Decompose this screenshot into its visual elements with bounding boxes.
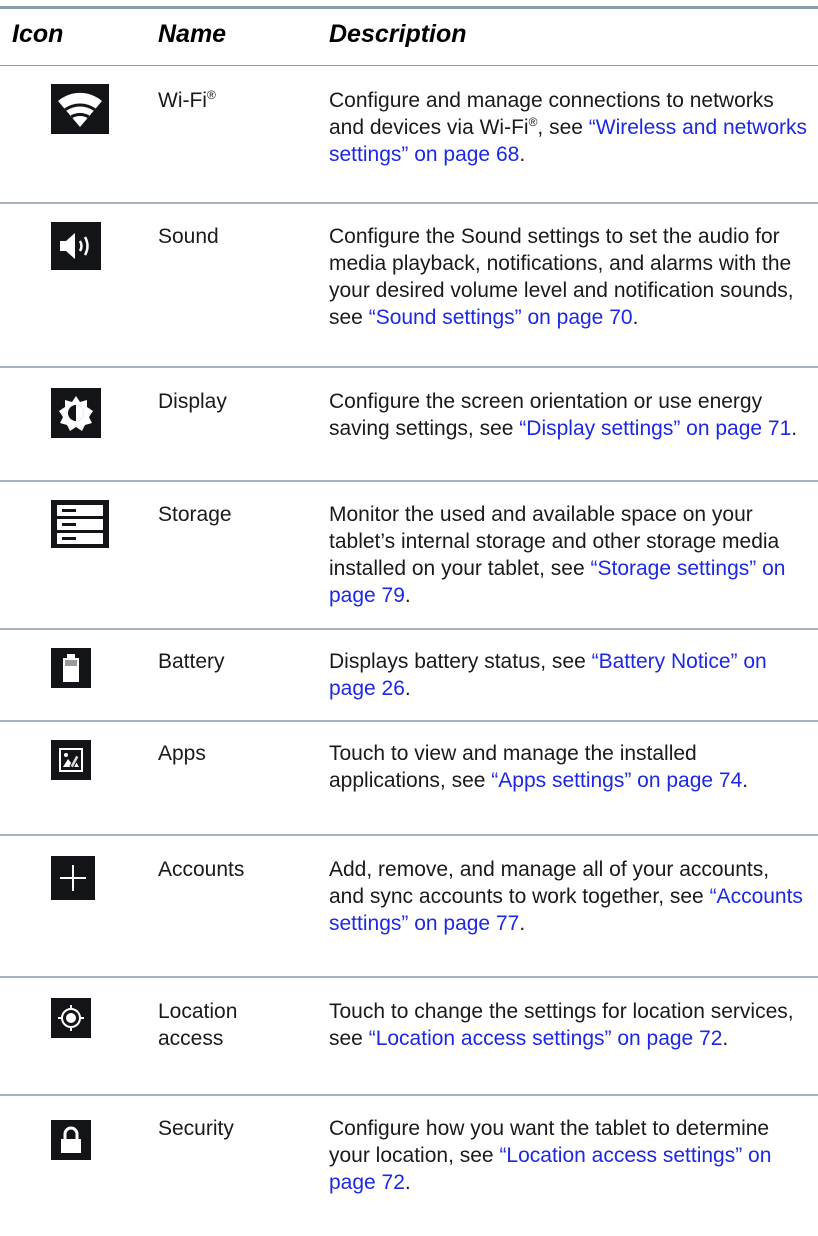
table-row-accounts: Accounts Add, remove, and manage all of … (0, 836, 818, 978)
storage-icon (51, 500, 109, 548)
row-name: Wi-Fi® (158, 88, 216, 112)
wifi-icon (51, 84, 109, 134)
row-name: Accounts (158, 858, 245, 881)
table-top-rule (0, 6, 818, 9)
row-description: Configure the screen orientation or use … (329, 390, 798, 440)
apps-icon (51, 740, 91, 780)
cross-reference-link[interactable]: “Sound settings” on page 70 (369, 306, 633, 329)
row-name: Battery (158, 650, 225, 673)
table-row-battery: Battery Displays battery status, see “Ba… (0, 630, 818, 722)
row-description: Displays battery status, see “Battery No… (329, 650, 767, 700)
table-row-security: Security Configure how you want the tabl… (0, 1096, 818, 1216)
cross-reference-link[interactable]: “Display settings” on page 71 (519, 417, 791, 440)
row-name: Display (158, 390, 227, 413)
table-row-display: Display Configure the screen orientation… (0, 368, 818, 482)
row-description: Monitor the used and available space on … (329, 503, 786, 607)
table-row-location-access: Location access Touch to change the sett… (0, 978, 818, 1096)
sound-icon (51, 222, 101, 270)
row-description: Touch to change the settings for locatio… (329, 1000, 794, 1050)
column-header-name: Name (158, 20, 227, 48)
column-header-icon: Icon (12, 20, 64, 48)
table-row-wifi: Wi-Fi® Configure and manage connections … (0, 66, 818, 204)
row-name: Apps (158, 742, 206, 765)
row-name: Storage (158, 503, 232, 526)
row-description: Configure and manage connections to netw… (329, 89, 808, 166)
location-icon (51, 998, 91, 1038)
row-description: Configure how you want the tablet to det… (329, 1117, 772, 1194)
table-row-apps: Apps Touch to view and manage the instal… (0, 722, 818, 836)
row-description: Add, remove, and manage all of your acco… (329, 858, 803, 935)
lock-icon (51, 1120, 91, 1160)
row-name: Location access (158, 1000, 238, 1050)
cross-reference-link[interactable]: “Apps settings” on page 74 (491, 769, 742, 792)
battery-icon (51, 648, 91, 688)
table-row-sound: Sound Configure the Sound settings to se… (0, 204, 818, 368)
row-description: Configure the Sound settings to set the … (329, 225, 794, 329)
display-brightness-icon (51, 388, 101, 438)
row-description: Touch to view and manage the installed a… (329, 742, 749, 792)
table-row-storage: Storage Monitor the used and available s… (0, 482, 818, 630)
cross-reference-link[interactable]: “Location access settings” on page 72 (369, 1027, 723, 1050)
column-header-description: Description (329, 20, 467, 48)
add-account-icon (51, 856, 95, 900)
row-name: Sound (158, 225, 219, 248)
row-name: Security (158, 1117, 234, 1140)
